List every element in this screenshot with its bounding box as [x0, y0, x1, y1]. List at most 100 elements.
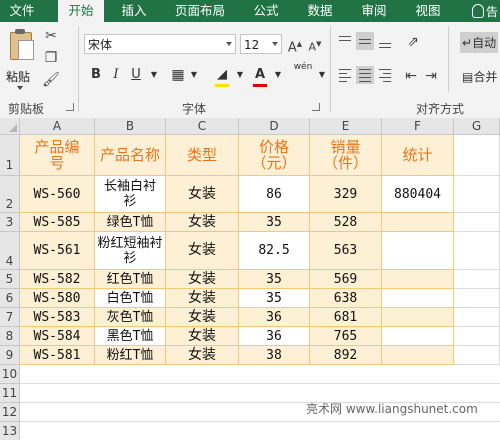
- cell-b7[interactable]: 灰色T恤: [95, 308, 166, 327]
- cell-f4[interactable]: [382, 232, 454, 270]
- tell-me-box[interactable]: 告: [471, 3, 498, 20]
- cell-d9[interactable]: 38: [239, 346, 310, 365]
- orientation-icon[interactable]: ⇗: [404, 34, 422, 50]
- row-header-9[interactable]: 9: [0, 346, 20, 365]
- cell-g2[interactable]: [454, 176, 500, 213]
- cell-f2[interactable]: 880404: [382, 176, 454, 213]
- font-color-button[interactable]: A: [252, 66, 268, 84]
- format-painter-icon[interactable]: 🖌: [42, 72, 60, 88]
- wrap-text-button[interactable]: ↵自动: [460, 32, 499, 53]
- tab-review[interactable]: 审阅: [352, 0, 396, 22]
- bold-button[interactable]: B: [88, 66, 104, 84]
- cell-b4[interactable]: 粉红短袖衬衫: [95, 232, 166, 270]
- tab-file[interactable]: 文件: [0, 0, 44, 22]
- column-header-g[interactable]: G: [454, 118, 500, 135]
- cell-d6[interactable]: 35: [239, 289, 310, 308]
- cell-f9[interactable]: [382, 346, 454, 365]
- cut-icon[interactable]: ✂: [42, 28, 60, 44]
- decrease-indent-icon[interactable]: ⇤: [402, 68, 420, 84]
- column-header-c[interactable]: C: [166, 118, 239, 135]
- cell-g8[interactable]: [454, 327, 500, 346]
- row-header-12[interactable]: 12: [0, 403, 20, 422]
- cell-c7[interactable]: 女装: [166, 308, 239, 327]
- row-header-5[interactable]: 5: [0, 270, 20, 289]
- cell-c9[interactable]: 女装: [166, 346, 239, 365]
- align-left-icon[interactable]: [336, 66, 354, 84]
- column-header-f[interactable]: F: [382, 118, 454, 135]
- font-launcher-icon[interactable]: [312, 103, 320, 111]
- cell-d8[interactable]: 36: [239, 327, 310, 346]
- cell-f1[interactable]: 统计: [382, 135, 454, 176]
- align-right-icon[interactable]: [376, 66, 394, 84]
- cell-a9[interactable]: WS-581: [20, 346, 95, 365]
- column-header-e[interactable]: E: [310, 118, 382, 135]
- cell-d5[interactable]: 35: [239, 270, 310, 289]
- tab-data[interactable]: 数据: [298, 0, 342, 22]
- row-header-13[interactable]: 13: [0, 422, 20, 440]
- select-all-corner[interactable]: [0, 118, 20, 135]
- column-header-a[interactable]: A: [20, 118, 95, 135]
- cell-f7[interactable]: [382, 308, 454, 327]
- cell-g6[interactable]: [454, 289, 500, 308]
- grow-font-button[interactable]: A▲: [286, 36, 304, 55]
- cell-e3[interactable]: 528: [310, 213, 382, 232]
- cell-b1[interactable]: 产品名称: [95, 135, 166, 176]
- column-header-b[interactable]: B: [95, 118, 166, 135]
- cell-f3[interactable]: [382, 213, 454, 232]
- middle-align-icon[interactable]: [356, 32, 374, 50]
- phonetic-dropdown-icon[interactable]: ▼: [314, 66, 330, 84]
- cell-g5[interactable]: [454, 270, 500, 289]
- cell-g9[interactable]: [454, 346, 500, 365]
- cell-g7[interactable]: [454, 308, 500, 327]
- cell-b2[interactable]: 长袖白衬衫: [95, 176, 166, 213]
- cell-a5[interactable]: WS-582: [20, 270, 95, 289]
- merge-center-button[interactable]: ▤合并: [462, 68, 497, 85]
- cell-e2[interactable]: 329: [310, 176, 382, 213]
- cell-e7[interactable]: 681: [310, 308, 382, 327]
- cell-a6[interactable]: WS-580: [20, 289, 95, 308]
- cell-c6[interactable]: 女装: [166, 289, 239, 308]
- cell-d2[interactable]: 86: [239, 176, 310, 213]
- cell-f5[interactable]: [382, 270, 454, 289]
- italic-button[interactable]: I: [108, 66, 124, 84]
- cell-g3[interactable]: [454, 213, 500, 232]
- row-header-4[interactable]: 4: [0, 232, 20, 270]
- cell-a3[interactable]: WS-585: [20, 213, 95, 232]
- empty-row-10[interactable]: [20, 365, 500, 384]
- empty-row-13[interactable]: [20, 422, 500, 440]
- cell-b8[interactable]: 黑色T恤: [95, 327, 166, 346]
- cell-e6[interactable]: 638: [310, 289, 382, 308]
- worksheet-grid[interactable]: A B C D E F G 1 2 3 4 5 6 7 8 9 10 11 12…: [0, 118, 500, 440]
- cell-e1[interactable]: 销量（件）: [310, 135, 382, 176]
- row-header-1[interactable]: 1: [0, 135, 20, 176]
- cell-c8[interactable]: 女装: [166, 327, 239, 346]
- shrink-font-button[interactable]: A▼: [306, 36, 324, 54]
- tab-home[interactable]: 开始: [58, 0, 104, 22]
- phonetic-button[interactable]: wén: [292, 62, 314, 80]
- cell-a2[interactable]: WS-560: [20, 176, 95, 213]
- row-header-3[interactable]: 3: [0, 213, 20, 232]
- cell-f8[interactable]: [382, 327, 454, 346]
- row-header-2[interactable]: 2: [0, 176, 20, 213]
- paste-dropdown-icon[interactable]: [17, 86, 23, 90]
- underline-dropdown-icon[interactable]: ▼: [146, 66, 162, 84]
- font-size-select[interactable]: 12: [240, 34, 282, 54]
- column-header-d[interactable]: D: [239, 118, 310, 135]
- increase-indent-icon[interactable]: ⇥: [422, 68, 440, 84]
- cell-a8[interactable]: WS-584: [20, 327, 95, 346]
- cell-c2[interactable]: 女装: [166, 176, 239, 213]
- cell-g1[interactable]: [454, 135, 500, 176]
- row-header-10[interactable]: 10: [0, 365, 20, 384]
- cell-e9[interactable]: 892: [310, 346, 382, 365]
- cell-a4[interactable]: WS-561: [20, 232, 95, 270]
- cell-b5[interactable]: 红色T恤: [95, 270, 166, 289]
- font-name-select[interactable]: 宋体: [84, 34, 236, 54]
- cell-b3[interactable]: 绿色T恤: [95, 213, 166, 232]
- row-header-11[interactable]: 11: [0, 384, 20, 403]
- cell-c3[interactable]: 女装: [166, 213, 239, 232]
- fill-color-icon[interactable]: ◢: [214, 66, 230, 84]
- clipboard-launcher-icon[interactable]: [66, 103, 74, 111]
- cell-a7[interactable]: WS-583: [20, 308, 95, 327]
- tab-formulas[interactable]: 公式: [244, 0, 288, 22]
- tab-insert[interactable]: 插入: [112, 0, 156, 22]
